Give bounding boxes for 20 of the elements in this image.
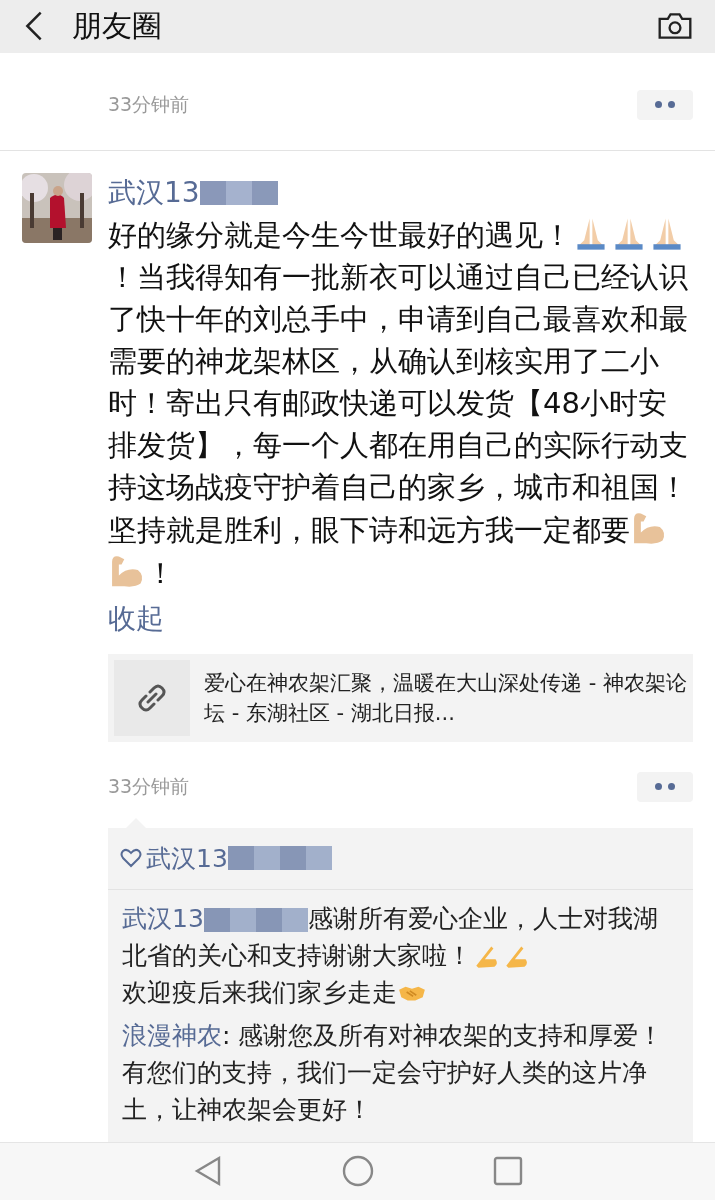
more-button[interactable] [637,771,693,802]
more-button[interactable] [637,89,693,120]
post-text: 好的缘分就是今生今世最好的遇见！ ！当我得知有一批新衣可以通过自己已经认识了快十年的刘总手中，申请到自己最喜欢和最需要的神龙架林区，从确认到核实用了二小时！寄出只有邮政快递可以发货【48小时安排发货】，每一个人都在用自己的实际行动支持这场战疫守护着自己的家乡，城市和祖国！坚持就是胜利，眼下诗和远方我一定都要 ！ [108,212,688,594]
recents-icon[interactable] [491,1155,524,1188]
post-time: 33分钟前 [108,773,190,799]
author-name[interactable]: 武汉13 [108,173,200,212]
like-name[interactable]: 武汉13 [146,841,228,875]
comment-author[interactable]: 浪漫神农 [122,1020,222,1050]
home-icon[interactable] [341,1155,374,1188]
link-title: 爱心在神农架汇聚，温暖在大山深处传递 - 神农架论坛 - 东湖社区 - 湖北日报... [204,669,687,727]
comment-text: 武汉13 感谢所有爱心企业，人士对我湖北省的关心和支持谢谢大家啦！ 欢迎疫后来我们家乡走走 [122,902,659,1009]
post-time: 33分钟前 [108,91,190,117]
comment-author[interactable]: 武汉13 [122,903,204,933]
comment-text: 浪漫神农: 感谢您及所有对神农架的支持和厚爱！有您们的支持，我们一定会守护好人类的这片净土，让神农架会更好！ [122,1019,665,1126]
camera-icon[interactable] [657,11,693,42]
collapse-link[interactable]: 收起 [108,599,164,638]
link-icon [137,682,167,713]
link-card[interactable]: 爱心在神农架汇聚，温暖在大山深处传递 - 神农架论坛 - 东湖社区 - 湖北日报... [108,653,693,742]
heart-icon [120,848,142,869]
page-title: 朋友圈 [72,6,163,45]
